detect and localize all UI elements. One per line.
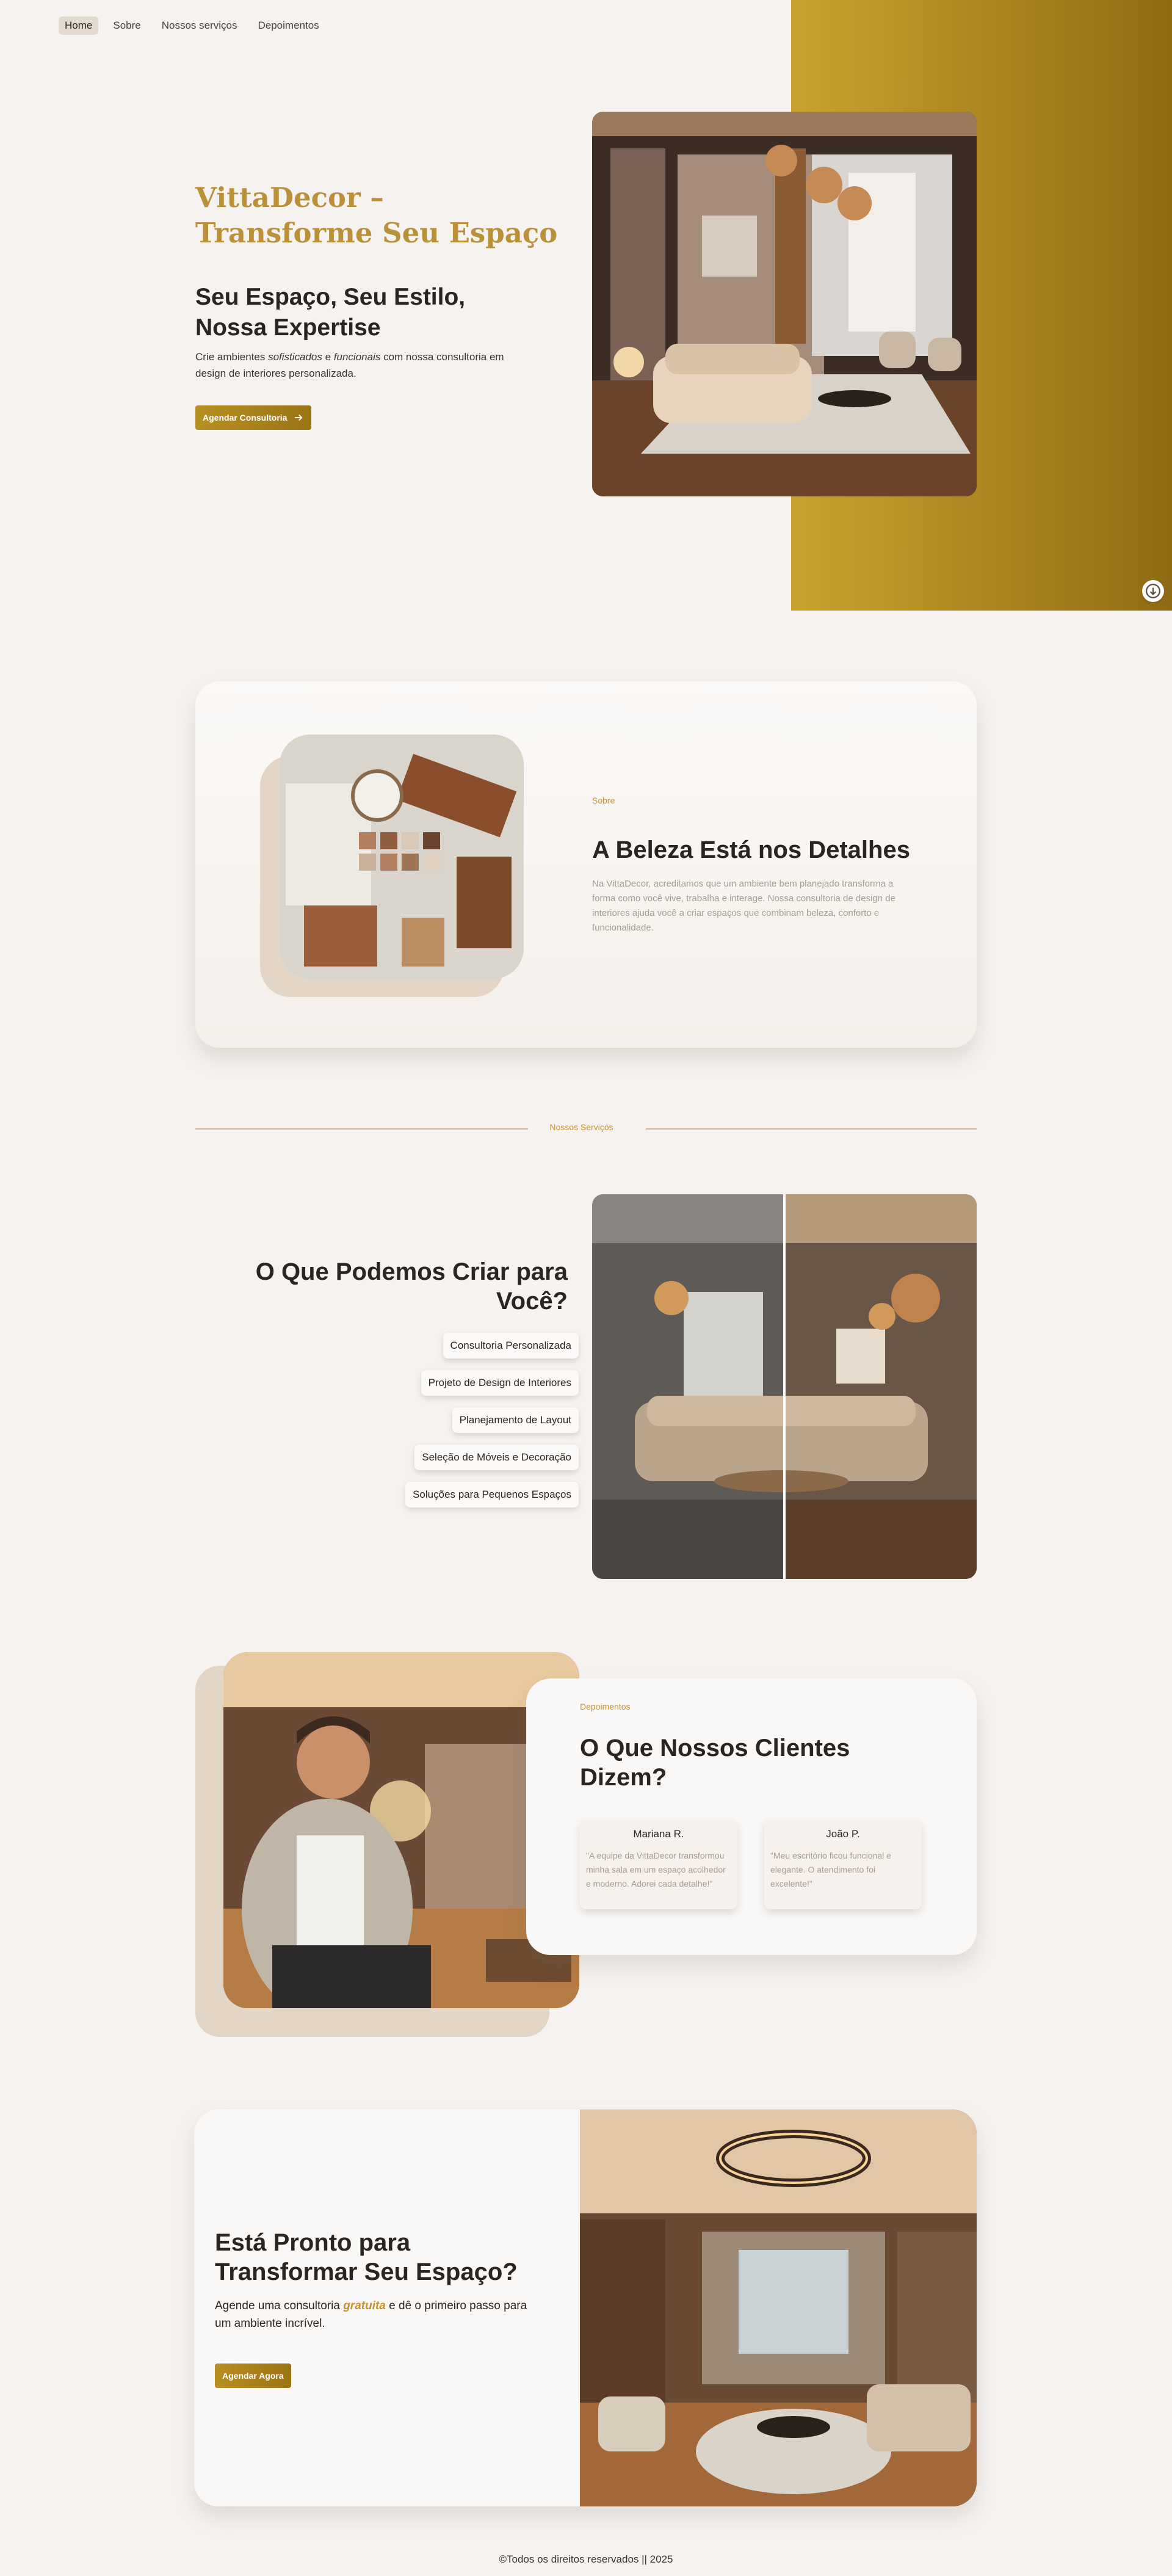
hero-living-room-image [592,112,977,496]
testimonial-name: Mariana R. [633,1828,684,1840]
top-nav: Home Sobre Nossos serviços Depoimentos [59,16,325,35]
service-item-pequenos-espacos[interactable]: Soluções para Pequenos Espaços [405,1482,579,1508]
services-list: Consultoria Personalizada Projeto de Des… [366,1333,579,1516]
cta-text: Agende uma consultoria gratuita e dê o p… [215,2299,527,2330]
testimonial-card-mariana: Mariana R. "A equipe da VittaDecor trans… [580,1820,737,1909]
arrow-down-circle-icon [1146,584,1160,598]
hero-title: VittaDecor – Transforme Seu Espaço [195,181,558,249]
arrow-right-icon [295,414,303,421]
testimonials-label: Depoimentos [580,1702,631,1711]
nav-home[interactable]: Home [59,16,99,35]
service-item-projeto[interactable]: Projeto de Design de Interiores [421,1370,579,1396]
nav-servicos[interactable]: Nossos serviços [156,16,244,35]
services-before-after-image [592,1194,977,1579]
service-item-selecao[interactable]: Seleção de Móveis e Decoração [414,1445,579,1470]
service-item-consultoria[interactable]: Consultoria Personalizada [443,1333,579,1359]
cta-luxury-room-image [580,2110,977,2506]
scroll-down-button[interactable] [1142,580,1164,602]
testimonial-name: João P. [826,1828,860,1840]
about-title: A Beleza Está nos Detalhes [592,836,910,863]
testimonials-title: O Que Nossos Clientes Dizem? [580,1735,850,1791]
testimonial-card-joao: João P. "Meu escritório ficou funcional … [764,1820,922,1909]
about-material-palette-image [280,735,524,979]
footer-copyright: ©Todos os direitos reservados || 2025 [499,2553,673,2565]
schedule-consultation-label: Agendar Consultoria [203,413,288,423]
about-text: Na VittaDecor, acreditamos que um ambien… [592,879,895,933]
about-label: Sobre [592,796,615,805]
services-divider-right [646,1128,977,1130]
hero-subtitle: Seu Espaço, Seu Estilo, Nossa Expertise [195,284,466,341]
cta-title: Está Pronto para Transformar Seu Espaço? [215,2229,518,2285]
nav-depoimentos[interactable]: Depoimentos [252,16,325,35]
hero-description: Crie ambientes sofisticados e funcionais… [195,351,504,379]
services-title: O Que Podemos Criar para Você? [255,1258,568,1315]
services-divider-label: Nossos Serviços [549,1122,613,1132]
testimonials-card [526,1678,977,1955]
testimonial-text: "A equipe da VittaDecor transformou minh… [586,1851,726,1888]
schedule-now-label: Agendar Agora [222,2371,284,2381]
nav-sobre[interactable]: Sobre [107,16,146,35]
schedule-consultation-button[interactable]: Agendar Consultoria [195,405,312,430]
schedule-now-button[interactable]: Agendar Agora [215,2364,291,2388]
service-item-planejamento[interactable]: Planejamento de Layout [452,1407,579,1433]
testimonial-text: "Meu escritório ficou funcional e elegan… [770,1851,891,1888]
